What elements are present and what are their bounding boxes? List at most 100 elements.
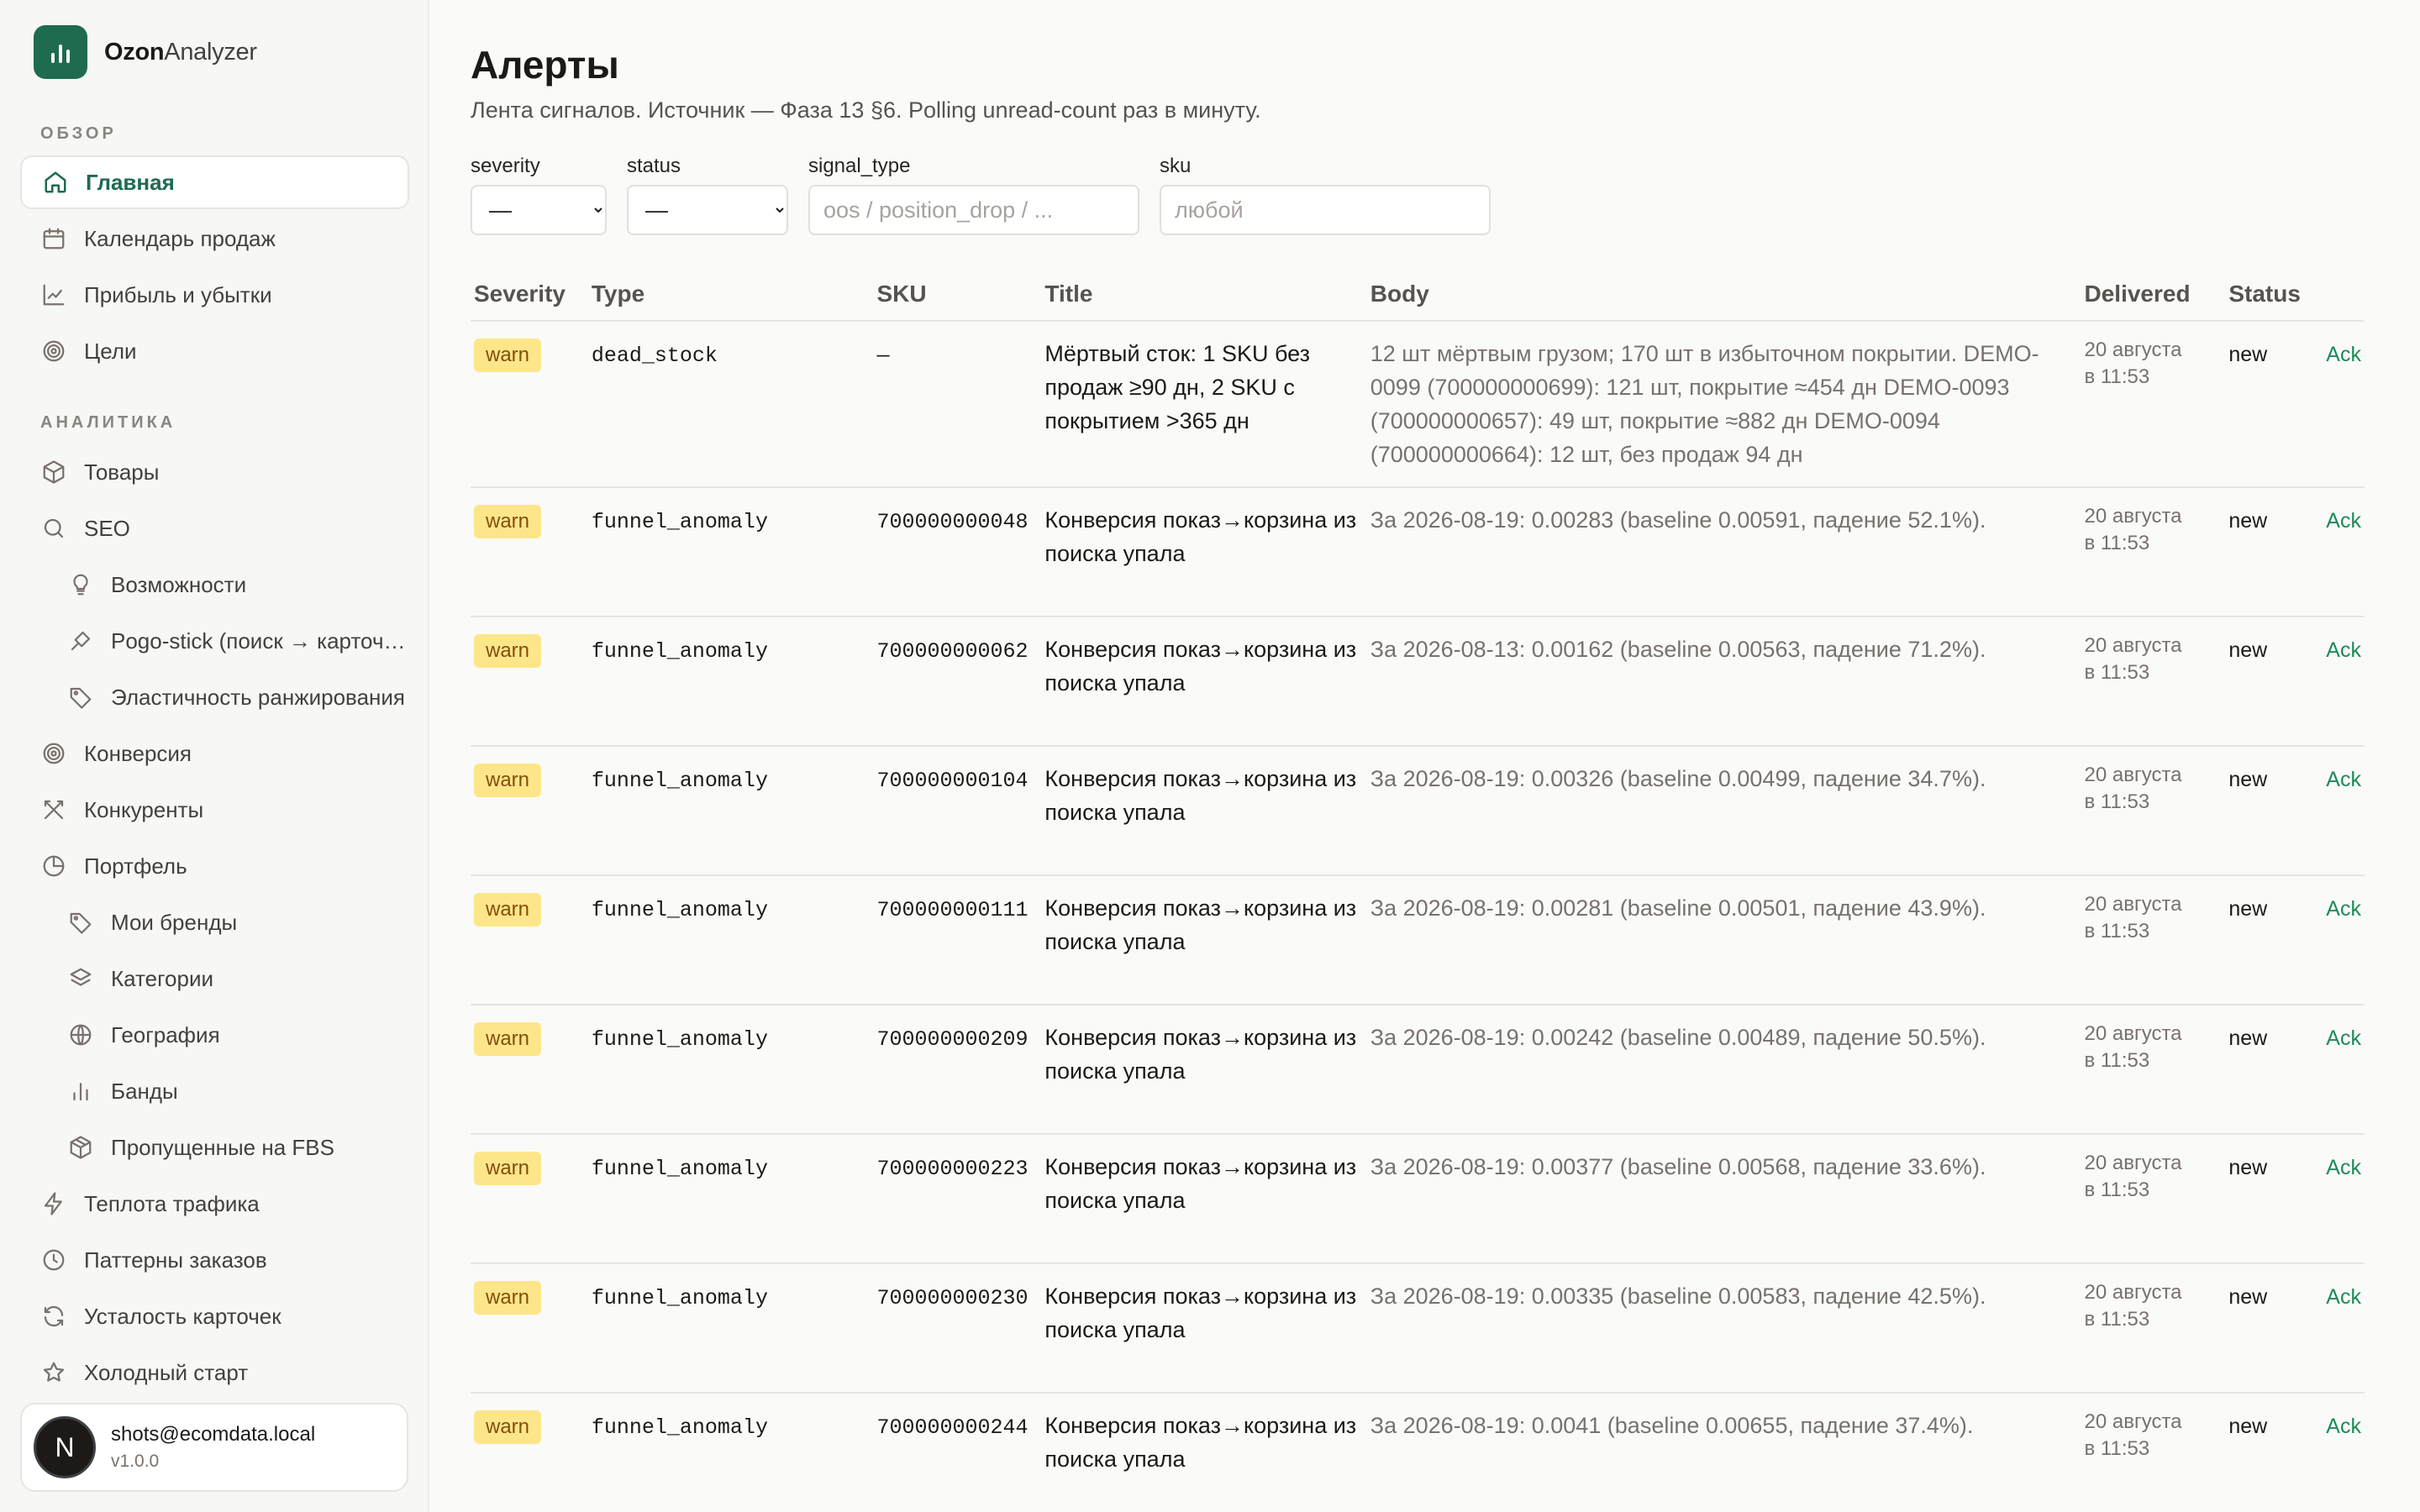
sidebar-item-label: Конкуренты	[84, 796, 204, 822]
calendar-icon	[40, 225, 67, 252]
sidebar-item-ranking-elasticity[interactable]: Эластичность ранжирования	[20, 670, 409, 724]
sidebar-item-conversion[interactable]: Конверсия	[20, 727, 409, 780]
package-icon	[40, 459, 67, 486]
sidebar-item-pnl[interactable]: Прибыль и убытки	[20, 268, 409, 322]
ack-button[interactable]: Ack	[2326, 768, 2361, 791]
ack-button[interactable]: Ack	[2326, 897, 2361, 921]
sidebar-item-products[interactable]: Товары	[20, 445, 409, 499]
page-subtitle: Лента сигналов. Источник — Фаза 13 §6. P…	[471, 97, 1261, 123]
ack-button[interactable]: Ack	[2326, 343, 2361, 366]
sidebar-item-categories[interactable]: Категории	[20, 952, 409, 1005]
sidebar-item-portfolio[interactable]: Портфель	[20, 839, 409, 893]
ack-button[interactable]: Ack	[2326, 1285, 2361, 1309]
sidebar-item-bands[interactable]: Банды	[20, 1064, 409, 1118]
sidebar-item-label: Усталость карточек	[84, 1303, 281, 1329]
alert-type: dead_stock	[591, 344, 718, 368]
brand[interactable]: OzonAnalyzer	[34, 25, 257, 79]
alert-sku: 700000000244	[876, 1415, 1028, 1440]
col-type[interactable]: Type	[587, 267, 874, 322]
bar-chart-icon	[67, 1078, 94, 1105]
sidebar-item-label: Паттерны заказов	[84, 1247, 267, 1273]
zap-icon	[40, 1190, 67, 1217]
status-select[interactable]: —	[627, 185, 788, 235]
sku-input[interactable]	[1160, 185, 1491, 235]
alert-sku: —	[876, 344, 890, 368]
search-icon	[40, 515, 67, 542]
sidebar-item-geography[interactable]: География	[20, 1008, 409, 1062]
delivered-time: в 11:53	[2084, 1437, 2150, 1460]
sidebar-item-label: Конверсия	[84, 740, 192, 766]
alert-body: За 2026-08-19: 0.00281 (baseline 0.00501…	[1370, 895, 1986, 921]
target-icon	[40, 740, 67, 767]
severity-select[interactable]: —	[471, 185, 607, 235]
col-body[interactable]: Body	[1366, 267, 2081, 322]
delivered-date: 20 августа	[2084, 1410, 2182, 1433]
delivered-time: в 11:53	[2084, 1049, 2150, 1072]
table-row: warn funnel_anomaly 700000000111 Конверс…	[471, 875, 2365, 1005]
ack-button[interactable]: Ack	[2326, 1026, 2361, 1050]
alert-body: За 2026-08-19: 0.00283 (baseline 0.00591…	[1370, 507, 1986, 533]
severity-badge: warn	[474, 634, 542, 668]
sidebar-item-sales-calendar[interactable]: Календарь продаж	[20, 212, 409, 265]
sidebar-item-cold-start[interactable]: Холодный старт	[20, 1346, 409, 1399]
sidebar-item-card-fatigue[interactable]: Усталость карточек	[20, 1289, 409, 1343]
sidebar-item-my-brands[interactable]: Мои бренды	[20, 895, 409, 949]
table-header-row: Severity Type SKU Title Body Delivered S…	[471, 267, 2365, 322]
ack-button[interactable]: Ack	[2326, 509, 2361, 533]
alert-title: Конверсия показ→корзина из поиска упала	[1044, 1154, 1357, 1213]
sidebar-item-home[interactable]: Главная	[20, 155, 409, 209]
alert-type: funnel_anomaly	[591, 898, 768, 922]
sidebar-item-label: Прибыль и убытки	[84, 281, 272, 307]
sidebar-item-missed-fbs[interactable]: Пропущенные на FBS	[20, 1121, 409, 1174]
severity-badge: warn	[474, 339, 542, 372]
tag-icon	[67, 684, 94, 711]
sidebar-item-traffic-warmth[interactable]: Теплота трафика	[20, 1177, 409, 1231]
app-version: v1.0.0	[111, 1452, 160, 1471]
delivered-date: 20 августа	[2084, 505, 2182, 528]
user-card[interactable]: N shots@ecomdata.local v1.0.0	[20, 1403, 408, 1492]
signal-type-input[interactable]	[808, 185, 1139, 235]
sidebar-item-opportunities[interactable]: Возможности	[20, 558, 409, 612]
layers-icon	[67, 965, 94, 992]
col-sku[interactable]: SKU	[873, 267, 1042, 322]
filter-status: status —	[627, 155, 788, 235]
lightbulb-icon	[67, 571, 94, 598]
page-title: Алерты	[471, 43, 619, 87]
delivered-date: 20 августа	[2084, 1281, 2182, 1304]
sidebar-item-goals[interactable]: Цели	[20, 324, 409, 378]
alert-title: Конверсия показ→корзина из поиска упала	[1044, 507, 1357, 566]
ack-button[interactable]: Ack	[2326, 1156, 2361, 1179]
sidebar-item-competitors[interactable]: Конкуренты	[20, 783, 409, 837]
alert-body: За 2026-08-19: 0.00326 (baseline 0.00499…	[1370, 766, 1986, 791]
pogo-icon	[67, 627, 94, 654]
alert-sku: 700000000230	[876, 1286, 1028, 1310]
sidebar-item-seo[interactable]: SEO	[20, 501, 409, 555]
alert-body: За 2026-08-19: 0.00377 (baseline 0.00568…	[1370, 1154, 1986, 1179]
sidebar-item-order-patterns[interactable]: Паттерны заказов	[20, 1233, 409, 1287]
ack-button[interactable]: Ack	[2326, 1415, 2361, 1438]
refresh-icon	[40, 1303, 67, 1330]
filter-label: sku	[1160, 155, 1192, 177]
alert-body: 12 шт мёртвым грузом; 170 шт в избыточно…	[1370, 341, 2039, 467]
severity-badge: warn	[474, 505, 542, 538]
col-severity[interactable]: Severity	[471, 267, 588, 322]
sidebar-item-label: Календарь продаж	[84, 225, 276, 251]
alert-type: funnel_anomaly	[591, 510, 768, 534]
alert-sku: 700000000209	[876, 1027, 1028, 1052]
main-content: Алерты Лента сигналов. Источник — Фаза 1…	[471, 0, 2420, 1512]
sidebar-item-label: География	[111, 1021, 220, 1047]
col-title[interactable]: Title	[1041, 267, 1367, 322]
filter-sku: sku	[1160, 155, 1491, 235]
alert-title: Конверсия показ→корзина из поиска упала	[1044, 1284, 1357, 1342]
sidebar-item-pogo-stick[interactable]: Pogo-stick (поиск → карточка)	[20, 614, 409, 668]
filter-label: signal_type	[808, 155, 911, 177]
ack-button[interactable]: Ack	[2326, 638, 2361, 662]
alert-type: funnel_anomaly	[591, 1027, 768, 1052]
col-status[interactable]: Status	[2225, 267, 2323, 322]
table-row: warn funnel_anomaly 700000000048 Конверс…	[471, 487, 2365, 617]
app-name: OzonAnalyzer	[104, 38, 257, 66]
filter-label: status	[627, 155, 681, 177]
tag-icon	[67, 909, 94, 936]
col-delivered[interactable]: Delivered	[2081, 267, 2226, 322]
star-icon	[40, 1359, 67, 1386]
